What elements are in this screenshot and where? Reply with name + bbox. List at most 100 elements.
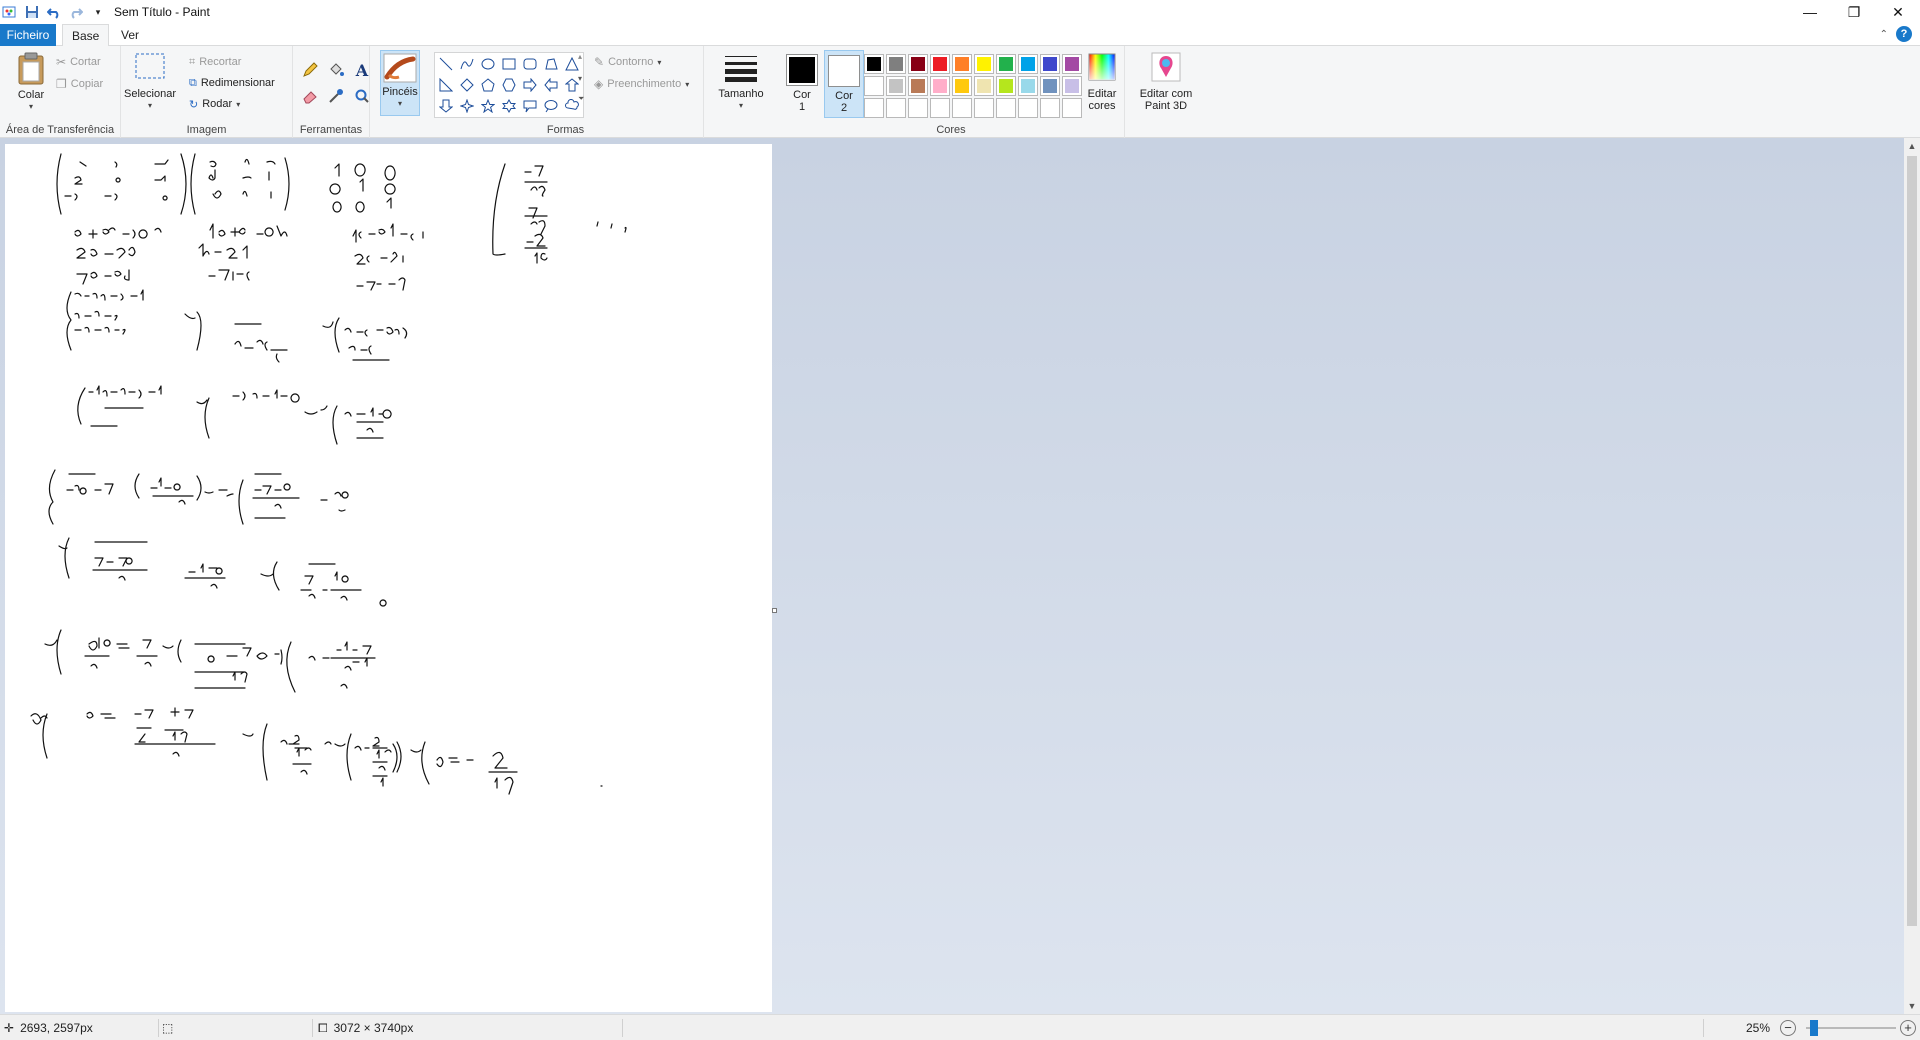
edit-with-paint3d-button[interactable]: Editar com Paint 3D: [1131, 52, 1201, 112]
rectangle-shape-icon[interactable]: [499, 54, 519, 74]
shapes-scroll-down-icon[interactable]: ▾: [578, 74, 582, 83]
palette-color-swatch[interactable]: [996, 54, 1016, 74]
fill-bucket-icon[interactable]: [324, 58, 348, 82]
shapes-scroll-up-icon[interactable]: ▴: [578, 52, 582, 61]
six-point-star-shape-icon[interactable]: [499, 96, 519, 116]
rotate-button[interactable]: ↻ Rodar ▾: [189, 94, 240, 114]
zoom-in-button[interactable]: +: [1900, 1020, 1916, 1036]
scrollbar-thumb[interactable]: [1907, 156, 1917, 926]
palette-color-swatch[interactable]: [930, 76, 950, 96]
palette-color-swatch[interactable]: [1062, 76, 1082, 96]
palette-custom-slot[interactable]: [864, 98, 884, 118]
palette-custom-slot[interactable]: [996, 98, 1016, 118]
copy-button[interactable]: ❐ Copiar: [56, 74, 103, 94]
brushes-button[interactable]: Pincéis ▾: [380, 50, 420, 116]
palette-custom-slot[interactable]: [930, 98, 950, 118]
zoom-slider[interactable]: [1806, 1027, 1896, 1029]
zoom-out-button[interactable]: −: [1780, 1020, 1796, 1036]
pentagon-shape-icon[interactable]: [478, 75, 498, 95]
paste-dropdown-icon[interactable]: ▾: [29, 101, 33, 113]
oval-shape-icon[interactable]: [478, 54, 498, 74]
palette-color-swatch[interactable]: [1040, 76, 1060, 96]
outline-button[interactable]: ✎ Contorno ▾: [594, 52, 661, 72]
palette-custom-slot[interactable]: [974, 98, 994, 118]
color-1-button[interactable]: Cor 1: [782, 50, 822, 118]
close-button[interactable]: ✕: [1876, 0, 1920, 24]
cursor-position-icon: ✛: [4, 1021, 15, 1035]
right-arrow-shape-icon[interactable]: [520, 75, 540, 95]
paste-button[interactable]: Colar ▾: [12, 52, 50, 113]
fill-button[interactable]: ◈ Preenchimento ▾: [594, 74, 689, 94]
vertical-scrollbar[interactable]: ▲ ▼: [1904, 138, 1920, 1014]
palette-color-swatch[interactable]: [952, 54, 972, 74]
crop-button[interactable]: ⌗ Recortar: [189, 52, 241, 72]
palette-custom-slot[interactable]: [1062, 98, 1082, 118]
edit-colors-button[interactable]: Editar cores: [1082, 52, 1122, 112]
color-1-swatch: [786, 54, 818, 86]
oval-callout-shape-icon[interactable]: [541, 96, 561, 116]
undo-icon[interactable]: [46, 4, 62, 20]
resize-button[interactable]: ⧉ Redimensionar: [189, 73, 275, 93]
hexagon-shape-icon[interactable]: [499, 75, 519, 95]
diamond-shape-icon[interactable]: [457, 75, 477, 95]
drawing-canvas[interactable]: [5, 144, 772, 1012]
zoom-slider-thumb[interactable]: [1810, 1020, 1818, 1036]
tab-file[interactable]: Ficheiro: [0, 24, 56, 46]
palette-color-swatch[interactable]: [1040, 54, 1060, 74]
select-dropdown-icon[interactable]: ▾: [148, 100, 152, 112]
text-icon[interactable]: A: [350, 58, 374, 82]
canvas-resize-handle[interactable]: [772, 608, 777, 613]
palette-color-swatch[interactable]: [1018, 76, 1038, 96]
cut-button[interactable]: ✂ Cortar: [56, 52, 101, 72]
palette-color-swatch[interactable]: [930, 54, 950, 74]
palette-color-swatch[interactable]: [1018, 54, 1038, 74]
select-button[interactable]: Selecionar ▾: [124, 52, 176, 112]
palette-color-swatch[interactable]: [886, 76, 906, 96]
rounded-rectangle-shape-icon[interactable]: [520, 54, 540, 74]
polygon-shape-icon[interactable]: [541, 54, 561, 74]
line-shape-icon[interactable]: [436, 54, 456, 74]
curve-shape-icon[interactable]: [457, 54, 477, 74]
magnifier-icon[interactable]: [350, 84, 374, 108]
minimize-button[interactable]: —: [1788, 0, 1832, 24]
size-button[interactable]: Tamanho ▾: [716, 52, 766, 112]
redo-icon[interactable]: [68, 4, 84, 20]
palette-color-swatch[interactable]: [1062, 54, 1082, 74]
palette-custom-slot[interactable]: [886, 98, 906, 118]
palette-color-swatch[interactable]: [996, 76, 1016, 96]
palette-custom-slot[interactable]: [1018, 98, 1038, 118]
palette-color-swatch[interactable]: [952, 76, 972, 96]
pencil-icon[interactable]: [298, 58, 322, 82]
palette-color-swatch[interactable]: [974, 54, 994, 74]
five-point-star-shape-icon[interactable]: [478, 96, 498, 116]
color-picker-icon[interactable]: [324, 84, 348, 108]
palette-color-swatch[interactable]: [864, 54, 884, 74]
palette-color-swatch[interactable]: [908, 54, 928, 74]
palette-color-swatch[interactable]: [908, 76, 928, 96]
scroll-up-arrow-icon[interactable]: ▲: [1904, 138, 1920, 154]
palette-color-swatch[interactable]: [886, 54, 906, 74]
palette-color-swatch[interactable]: [864, 76, 884, 96]
palette-custom-slot[interactable]: [952, 98, 972, 118]
palette-color-swatch[interactable]: [974, 76, 994, 96]
scroll-down-arrow-icon[interactable]: ▼: [1904, 998, 1920, 1014]
rectangular-callout-shape-icon[interactable]: [520, 96, 540, 116]
outline-label: Contorno: [608, 56, 654, 68]
color-2-button[interactable]: Cor 2: [824, 50, 864, 118]
palette-custom-slot[interactable]: [1040, 98, 1060, 118]
palette-custom-slot[interactable]: [908, 98, 928, 118]
tab-view[interactable]: Ver: [112, 24, 148, 46]
collapse-ribbon-icon[interactable]: ⌃: [1880, 29, 1888, 40]
left-arrow-shape-icon[interactable]: [541, 75, 561, 95]
eraser-icon[interactable]: [298, 84, 322, 108]
right-triangle-shape-icon[interactable]: [436, 75, 456, 95]
down-arrow-shape-icon[interactable]: [436, 96, 456, 116]
four-point-star-shape-icon[interactable]: [457, 96, 477, 116]
maximize-button[interactable]: ❐: [1832, 0, 1876, 24]
save-icon[interactable]: [24, 4, 40, 20]
paint-app-icon[interactable]: [2, 4, 18, 20]
shapes-more-icon[interactable]: ⏷: [578, 94, 584, 104]
customize-qat-icon[interactable]: ▾: [90, 4, 106, 20]
tab-home[interactable]: Base: [62, 24, 110, 47]
help-icon[interactable]: ?: [1896, 26, 1912, 42]
